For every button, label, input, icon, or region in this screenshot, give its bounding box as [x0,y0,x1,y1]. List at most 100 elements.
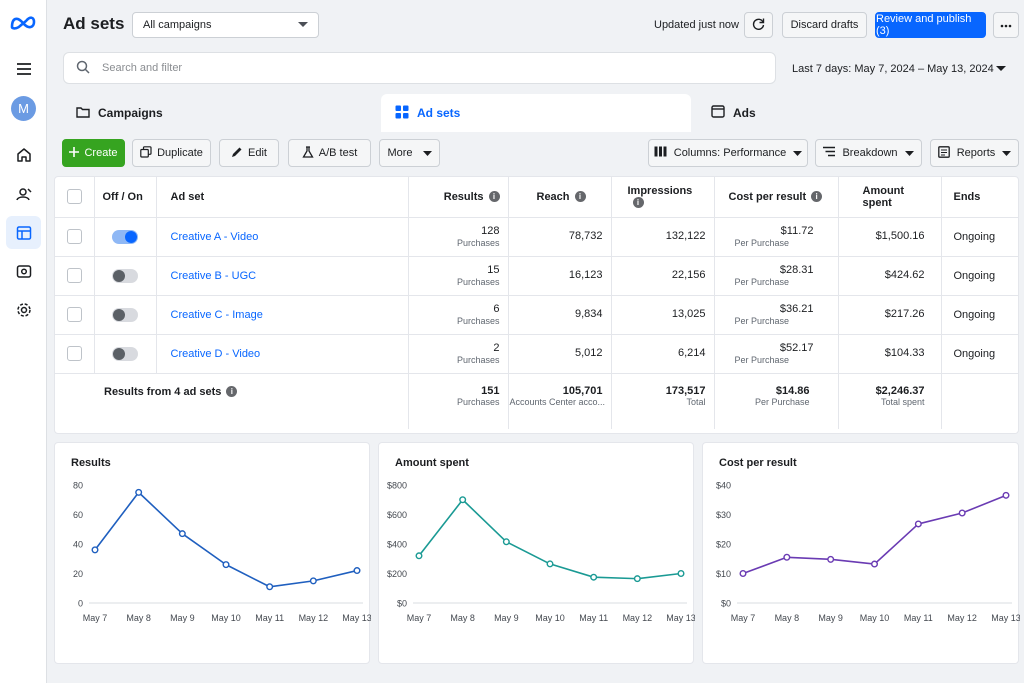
delivery-toggle[interactable] [112,229,138,244]
select-all-cell[interactable] [55,177,95,218]
row-reach: 9,834 [508,295,612,335]
row-name-cell[interactable]: Creative D - Video [156,334,409,374]
row-reach: 78,732 [508,217,612,257]
ad-set-name-link[interactable]: Creative B - UGC [171,270,257,282]
row-cost: $52.17 [779,342,814,354]
settings-gear-icon[interactable] [6,293,41,326]
row-reach: 16,123 [508,256,612,296]
edit-button[interactable]: Edit [219,139,279,167]
table-row[interactable]: Creative D - Video 2 Purchases 5,012 6,214 $5… [55,334,1018,374]
menu-icon[interactable] [6,52,41,85]
duplicate-button[interactable]: Duplicate [132,139,211,167]
reports-button[interactable]: Reports [930,139,1019,167]
tab-campaigns-label: Campaigns [98,106,163,120]
row-cost-cell: $28.31 Per Purchase [714,256,839,296]
header-amount-spent[interactable]: Amount spent [838,177,942,218]
home-icon[interactable] [6,138,41,171]
delivery-toggle[interactable] [112,268,138,283]
row-cost: $11.72 [780,225,814,237]
data-point [459,496,467,504]
row-select-cell[interactable] [55,256,95,296]
media-icon[interactable] [6,254,41,287]
row-toggle-cell[interactable] [94,295,157,335]
info-icon[interactable]: i [488,191,500,203]
more-button[interactable]: More [379,139,440,167]
row-checkbox[interactable] [66,229,82,244]
row-select-cell[interactable] [55,334,95,374]
table-row[interactable]: Creative C - Image 6 Purchases 9,834 13,025 $… [55,295,1018,335]
row-toggle-cell[interactable] [94,334,157,374]
breakdown-button[interactable]: Breakdown [815,139,922,167]
row-name-cell[interactable]: Creative C - Image [156,295,409,335]
header-cost-per-result[interactable]: Cost per result i [714,177,839,218]
row-select-cell[interactable] [55,295,95,335]
toggle-knob [113,269,125,282]
ab-test-button[interactable]: A/B test [288,139,371,167]
header-off-on[interactable]: Off / On [94,177,157,218]
info-icon[interactable]: i [632,197,644,209]
info-icon[interactable]: i [574,191,586,203]
ad-set-name-link[interactable]: Creative C - Image [171,309,263,321]
table-header-row: Off / On Ad set Results i Reach i Impressi… [55,177,1018,218]
header-reach[interactable]: Reach i [508,177,612,218]
refresh-button[interactable] [744,12,773,38]
row-checkbox[interactable] [66,268,82,283]
header-impressions[interactable]: Impressionsi [611,177,715,218]
ad-set-name-link[interactable]: Creative D - Video [171,348,261,360]
row-toggle-cell[interactable] [94,256,157,296]
x-tick-label: May 7 [83,613,108,623]
row-checkbox[interactable] [66,346,82,361]
grid-icon [395,105,409,122]
table-row[interactable]: Creative A - Video 128 Purchases 78,732 132,… [55,217,1018,257]
plus-icon [69,146,80,160]
search-bar[interactable]: Search and filter [63,52,776,84]
series-line [94,491,358,588]
data-point [222,561,230,569]
search-input[interactable]: Search and filter [102,62,182,74]
columns-button[interactable]: Columns: Performance [648,139,808,167]
row-results: 6 [493,303,500,315]
data-point [309,577,317,585]
header-ends[interactable]: Ends [941,177,1018,218]
row-spent: $1,500.16 [838,217,942,257]
delivery-toggle[interactable] [112,346,138,361]
amount-spent-line-chart: $0 $200 $400 $600 $800 May 7 May 8 May 9 May 10 M… [387,481,695,624]
data-point [590,573,598,581]
tab-campaigns[interactable]: Campaigns [62,94,374,132]
avatar[interactable]: M [11,96,36,121]
discard-drafts-button[interactable]: Discard drafts [782,12,867,38]
row-select-cell[interactable] [55,217,95,257]
header-results[interactable]: Results i [408,177,509,218]
ad-set-name-link[interactable]: Creative A - Video [171,231,259,243]
search-icon [76,60,90,77]
date-range-picker[interactable]: Last 7 days: May 7, 2024 – May 13, 2024 [782,55,1016,82]
info-icon[interactable]: i [226,386,238,398]
row-toggle-cell[interactable] [94,217,157,257]
select-all-checkbox[interactable] [66,189,82,205]
more-options-button[interactable] [993,12,1019,38]
campaign-select[interactable]: All campaigns [132,12,319,38]
meta-logo-icon[interactable] [9,14,37,33]
tab-ads[interactable]: Ads [697,94,1017,132]
row-name-cell[interactable]: Creative B - UGC [156,256,409,296]
row-name-cell[interactable]: Creative A - Video [156,217,409,257]
ads-manager-icon[interactable] [6,216,41,249]
tab-ad-sets[interactable]: Ad sets [381,94,691,132]
review-publish-button[interactable]: Review and publish (3) [875,12,986,38]
header-reach-label: Reach [536,190,570,203]
y-tick-label: $10 [716,569,731,579]
create-button[interactable]: Create [62,139,125,167]
row-checkbox[interactable] [66,307,82,322]
audience-icon[interactable] [6,177,41,210]
row-spent: $217.26 [838,295,942,335]
pencil-icon [231,146,243,161]
table-row[interactable]: Creative B - UGC 15 Purchases 16,123 22,156 $… [55,256,1018,296]
delivery-toggle[interactable] [112,307,138,322]
totals-row: Results from 4 ad sets i 151 Purchases 105… [55,373,1018,429]
header-ad-set[interactable]: Ad set [156,177,409,218]
x-tick-label: May 11 [904,613,933,623]
data-point [502,538,510,546]
row-results-sub: Purchases [456,315,500,326]
row-spent: $104.33 [838,334,942,374]
info-icon[interactable]: i [811,191,823,203]
